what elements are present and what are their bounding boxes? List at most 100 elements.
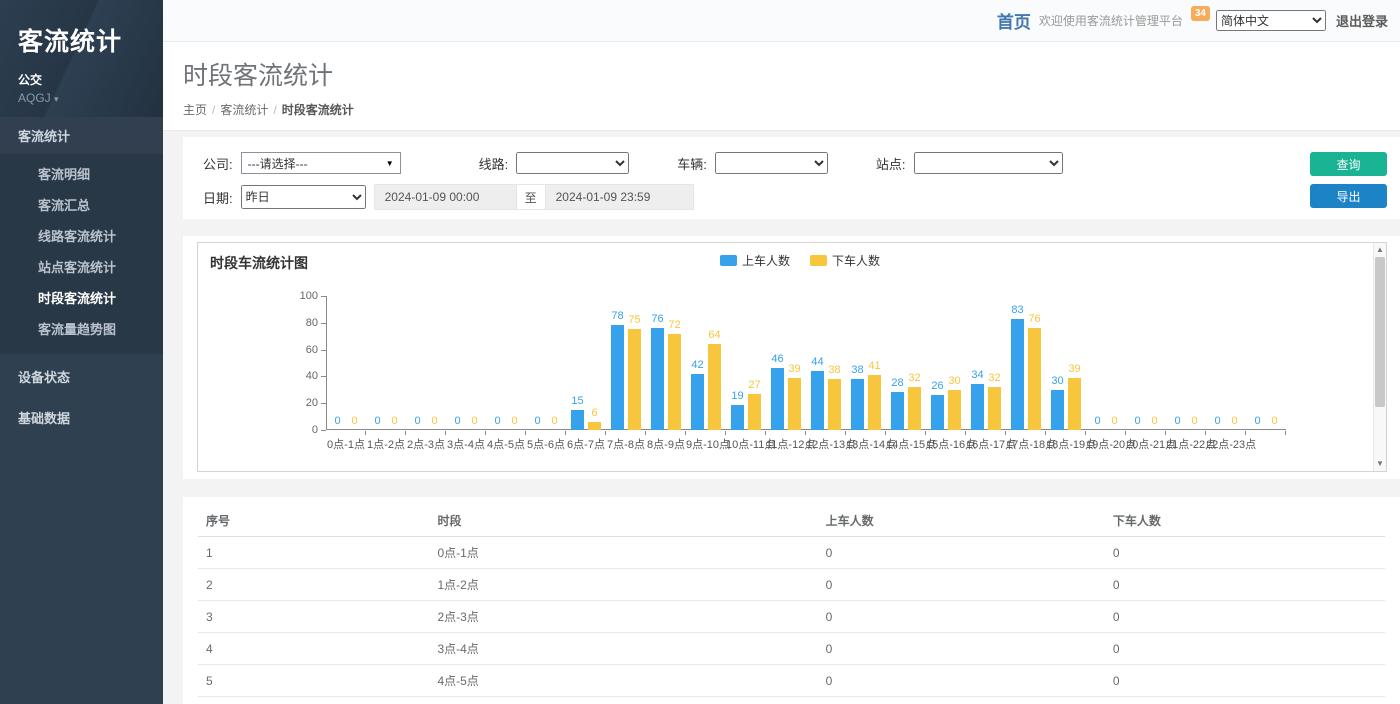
bar-boarding	[971, 384, 984, 430]
x-axis-labels: 0点-1点1点-2点2点-3点3点-4点4点-5点5点-6点6点-7点7点-8点…	[326, 431, 1286, 452]
x-tick-label: 1点-2点	[366, 431, 406, 452]
notification-badge: 34	[1191, 6, 1210, 21]
chart-category-slot: 00	[406, 243, 446, 430]
date-preset-select[interactable]: 昨日	[241, 185, 366, 209]
vehicle-select[interactable]	[715, 152, 828, 174]
y-tick-label: 100	[288, 290, 318, 302]
chart-category-slot: 00	[526, 243, 566, 430]
breadcrumb-home[interactable]: 主页	[183, 103, 207, 117]
breadcrumb: 主页/客流统计/时段客流统计	[183, 101, 1400, 118]
chart-category-slot: 00	[486, 243, 526, 430]
y-tick-label: 80	[288, 317, 318, 329]
table-header-row: 序号时段上车人数下车人数	[198, 505, 1385, 537]
query-button[interactable]: 查询	[1310, 152, 1387, 176]
home-link[interactable]: 首页	[997, 8, 1031, 33]
org-code-dropdown[interactable]: AQGJ ▾	[18, 91, 163, 105]
sidebar-section-base-data[interactable]: 基础数据	[0, 399, 163, 436]
bar-value-label: 41	[861, 360, 888, 372]
breadcrumb-current: 时段客流统计	[282, 103, 354, 117]
sidebar-item[interactable]: 线路客流统计	[0, 220, 163, 251]
chart-category-slot: 00	[1206, 243, 1246, 430]
bar-value-label: 0	[541, 415, 568, 427]
y-tick-label: 20	[288, 397, 318, 409]
sidebar: 客流统计 公交 AQGJ ▾ 客流统计 客流明细客流汇总线路客流统计站点客流统计…	[0, 0, 163, 704]
sidebar-item[interactable]: 客流明细	[0, 158, 163, 189]
x-tick-label: 20点-21点	[1126, 431, 1166, 452]
bar-value-label: 15	[564, 395, 591, 407]
chart-category-slot: 00	[1166, 243, 1206, 430]
table-row: 43点-4点00	[198, 633, 1385, 665]
filter-panel: 公司: ---请选择--- ▼ 线路: 车辆: 站点: 日期: 昨日 至 查询	[183, 137, 1400, 219]
table-row: 10点-1点00	[198, 537, 1385, 569]
chart-category-slot: 3432	[966, 243, 1006, 430]
sidebar-item[interactable]: 客流量趋势图	[0, 313, 163, 344]
chart-category-slot: 00	[1126, 243, 1166, 430]
sidebar-section-passenger-stats[interactable]: 客流统计	[0, 117, 163, 154]
sidebar-item[interactable]: 时段客流统计	[0, 282, 163, 313]
bar-value-label: 30	[1044, 375, 1071, 387]
station-label: 站点:	[876, 154, 906, 173]
x-tick-label: 5点-6点	[526, 431, 566, 452]
bar-alighting	[828, 379, 841, 430]
sidebar-section-device-status[interactable]: 设备状态	[0, 358, 163, 395]
station-select[interactable]	[914, 152, 1063, 174]
x-tick-label: 17点-18点	[1006, 431, 1046, 452]
chart-category-slot: 00	[1246, 243, 1286, 430]
bar-value-label: 64	[701, 329, 728, 341]
chart-title: 时段车流统计图	[210, 253, 308, 273]
welcome-text: 欢迎使用客流统计管理平台	[1039, 12, 1183, 29]
bar-boarding	[1011, 319, 1024, 430]
date-end-input[interactable]	[545, 184, 694, 210]
org-name: 公交	[18, 71, 163, 88]
table-header-cell: 序号	[198, 505, 429, 537]
y-tick-label: 60	[288, 344, 318, 356]
chart-category-slot: 156	[566, 243, 606, 430]
bar-boarding	[931, 395, 944, 430]
line-select[interactable]	[516, 152, 629, 174]
x-tick-label: 19点-20点	[1086, 431, 1126, 452]
language-select[interactable]: 简体中文	[1216, 10, 1326, 31]
chart-category-slot: 4639	[766, 243, 806, 430]
y-tick-label: 0	[288, 424, 318, 436]
breadcrumb-passenger-stats[interactable]: 客流统计	[220, 103, 268, 117]
table-header-cell: 下车人数	[1105, 505, 1385, 537]
bar-alighting	[668, 334, 681, 430]
chart-category-slot: 00	[326, 243, 366, 430]
x-tick-label: 4点-5点	[486, 431, 526, 452]
bar-alighting	[988, 387, 1001, 430]
table-row: 54点-5点00	[198, 665, 1385, 697]
bar-value-label: 76	[1021, 313, 1048, 325]
sidebar-logo-area: 客流统计 公交 AQGJ ▾	[0, 0, 163, 117]
date-to-label: 至	[517, 184, 545, 210]
x-tick-label: 2点-3点	[406, 431, 446, 452]
company-label: 公司:	[203, 154, 233, 173]
bar-boarding	[811, 371, 824, 430]
bar-alighting	[908, 387, 921, 430]
sidebar-item[interactable]: 站点客流统计	[0, 251, 163, 282]
bar-alighting	[948, 390, 961, 430]
export-button[interactable]: 导出	[1310, 184, 1387, 208]
scrollbar-thumb[interactable]	[1375, 257, 1385, 407]
x-tick-label: 16点-17点	[966, 431, 1006, 452]
bar-alighting	[868, 375, 881, 430]
chart-panel: 时段车流统计图 上车人数下车人数 020406080100 0000000000…	[183, 236, 1400, 479]
y-tick-label: 40	[288, 370, 318, 382]
table-row: 65点-6点00	[198, 697, 1385, 704]
company-select[interactable]: ---请选择--- ▼	[241, 152, 401, 174]
bar-value-label: 32	[981, 372, 1008, 384]
date-start-input[interactable]	[374, 184, 517, 210]
chart-vertical-scrollbar[interactable]: ▲ ▼	[1373, 243, 1386, 471]
table-row: 32点-3点00	[198, 601, 1385, 633]
scroll-up-arrow[interactable]: ▲	[1374, 244, 1386, 256]
table-row: 21点-2点00	[198, 569, 1385, 601]
scroll-down-arrow[interactable]: ▼	[1374, 458, 1386, 470]
bar-alighting	[1028, 328, 1041, 430]
x-tick-label: 9点-10点	[686, 431, 726, 452]
sidebar-item[interactable]: 客流汇总	[0, 189, 163, 220]
vehicle-label: 车辆:	[677, 154, 707, 173]
logout-link[interactable]: 退出登录	[1336, 11, 1388, 30]
topbar: 首页 欢迎使用客流统计管理平台 34 简体中文 退出登录	[163, 0, 1400, 42]
chart-category-slot: 8376	[1006, 243, 1046, 430]
x-tick-label: 12点-13点	[806, 431, 846, 452]
x-tick-label: 14点-15点	[886, 431, 926, 452]
